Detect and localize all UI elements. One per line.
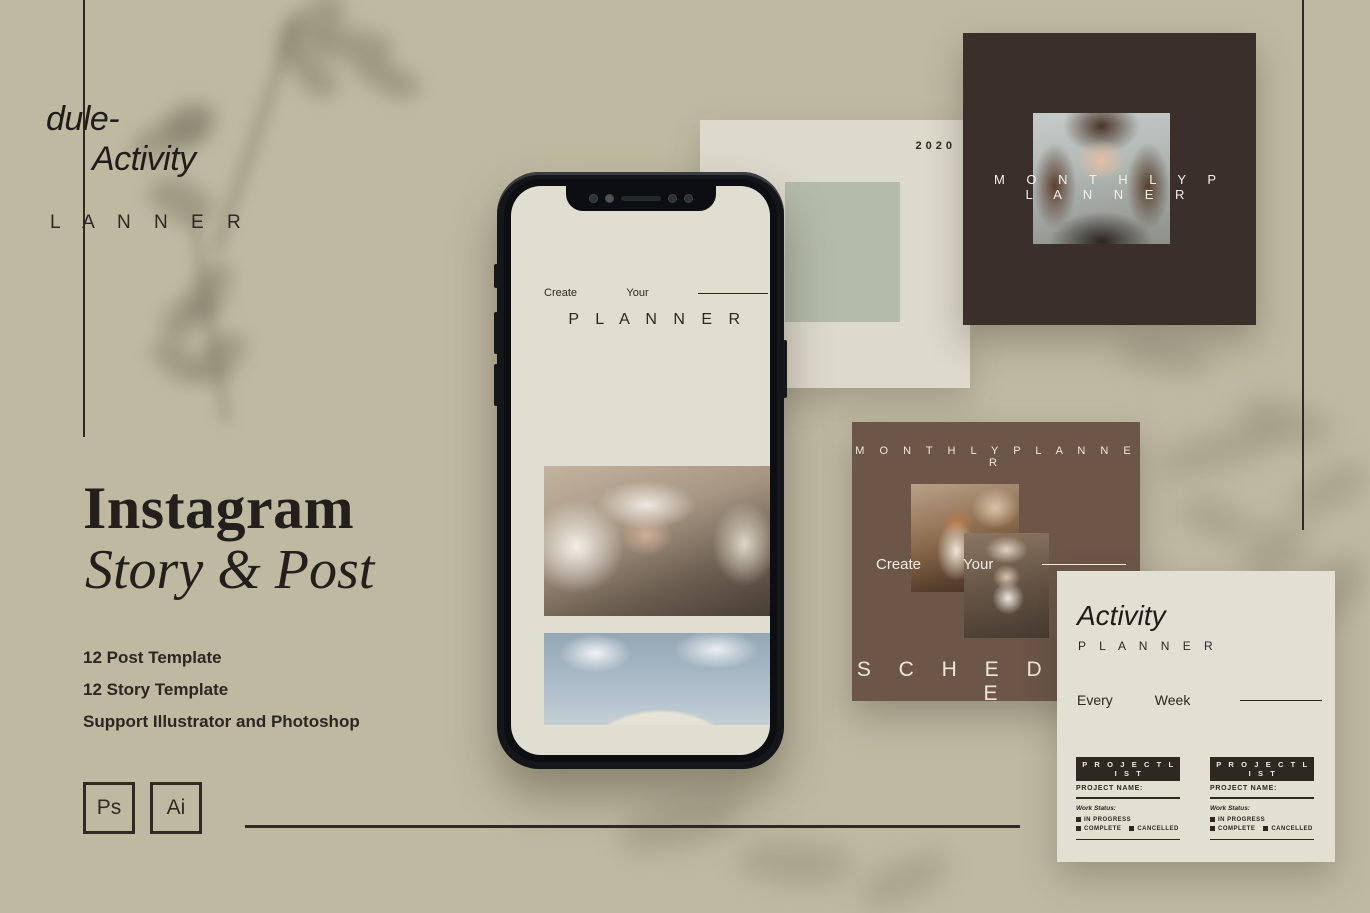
checkbox-icon[interactable] xyxy=(1210,826,1215,831)
status-option-label: CANCELLED xyxy=(1271,825,1313,832)
schedule-card-planner-label: L A N N E R xyxy=(50,212,250,233)
status-option-in-progress[interactable]: IN PROGRESS xyxy=(1076,817,1131,823)
project-name-rule xyxy=(1076,797,1180,799)
checkbox-icon[interactable] xyxy=(1129,826,1135,831)
status-option-complete[interactable]: COMPLETE xyxy=(1076,826,1121,832)
monthly-schedule-card-header: M O N T H L Y P L A N N E R xyxy=(855,445,1137,469)
feature-item: 12 Story Template xyxy=(83,680,229,699)
phone-volume-down-button[interactable] xyxy=(494,364,498,406)
status-option-label: COMPLETE xyxy=(1218,825,1256,832)
bottom-horizontal-rule xyxy=(245,825,1020,828)
phone-volume-up-button[interactable] xyxy=(494,312,498,354)
project-list-bottom-rule xyxy=(1076,838,1180,840)
status-option-cancelled[interactable]: CANCELLED xyxy=(1129,826,1179,832)
schedule-card-line2: Activity xyxy=(92,140,196,178)
feature-list: 12 Post Template 12 Story Template Suppo… xyxy=(83,642,360,738)
page-subtitle: Story & Post xyxy=(85,539,375,601)
status-option-cancelled[interactable]: CANCELLED xyxy=(1263,826,1313,832)
phone-photo-sky-dome xyxy=(544,633,770,725)
phone-mockup: Create Your P L A N N E R xyxy=(494,172,787,769)
work-status-options: IN PROGRESS COMPLETE CANCELLED xyxy=(1076,817,1180,832)
checkbox-icon[interactable] xyxy=(1076,817,1081,822)
right-vertical-rule xyxy=(1302,0,1304,530)
ir-camera-icon xyxy=(683,194,693,203)
project-list-column-left: P R O J E C T L I S T PROJECT NAME: Work… xyxy=(1076,757,1180,840)
project-list-bar: P R O J E C T L I S T xyxy=(1076,757,1180,781)
phone-caption-rule xyxy=(697,292,768,294)
phone-caption-row: Create Your xyxy=(544,287,768,299)
work-status-label: Work Status: xyxy=(1210,804,1250,812)
work-status-options: IN PROGRESS COMPLETE CANCELLED xyxy=(1210,817,1314,832)
page-title: Instagram xyxy=(83,475,355,541)
proximity-sensor-icon xyxy=(604,194,614,203)
project-name-rule xyxy=(1210,797,1314,799)
photoshop-badge-label: Ps xyxy=(96,796,122,819)
phone-word-your: Your xyxy=(626,287,649,299)
phone-mute-switch[interactable] xyxy=(494,264,498,288)
feature-item: 12 Post Template xyxy=(83,648,222,667)
status-option-label: CANCELLED xyxy=(1137,825,1179,832)
project-list-bar: P R O J E C T L I S T xyxy=(1210,757,1314,781)
project-list-column-right: P R O J E C T L I S T PROJECT NAME: Work… xyxy=(1210,757,1314,840)
status-option-in-progress[interactable]: IN PROGRESS xyxy=(1210,817,1265,823)
front-camera-icon xyxy=(588,194,598,203)
earpiece-speaker-icon xyxy=(620,196,661,201)
ambient-light-sensor-icon xyxy=(667,194,677,203)
checkbox-icon[interactable] xyxy=(1263,826,1269,831)
project-list-bottom-rule xyxy=(1210,838,1314,840)
status-option-label: COMPLETE xyxy=(1084,825,1122,832)
activity-planner-title: Activity xyxy=(1077,600,1166,631)
activity-word-every: Every xyxy=(1077,692,1113,708)
project-name-label: PROJECT NAME: xyxy=(1210,785,1278,792)
phone-planner-title: P L A N N E R xyxy=(568,311,746,328)
status-option-complete[interactable]: COMPLETE xyxy=(1210,826,1255,832)
phone-screen: Create Your P L A N N E R xyxy=(511,186,770,755)
illustrator-badge-label: Ai xyxy=(166,796,186,819)
activity-word-week: Week xyxy=(1154,692,1191,708)
brown-word-create: Create xyxy=(876,556,922,573)
work-status-label: Work Status: xyxy=(1076,804,1116,812)
brown-caption-rule xyxy=(1042,564,1126,565)
project-name-label: PROJECT NAME: xyxy=(1076,785,1144,792)
status-option-label: IN PROGRESS xyxy=(1084,816,1132,823)
status-option-label: IN PROGRESS xyxy=(1218,816,1266,823)
phone-word-create: Create xyxy=(544,287,578,299)
schedule-card-year: 2020 xyxy=(915,140,956,152)
schedule-card-green-block xyxy=(785,182,900,322)
phone-power-button[interactable] xyxy=(783,340,787,398)
brown-word-your: Your xyxy=(963,556,994,573)
schedule-card-line1: dule- xyxy=(46,100,120,138)
illustrator-badge: Ai xyxy=(150,782,202,834)
phone-notch xyxy=(565,186,716,211)
monthly-planner-card-title: M O N T H L Y P L A N N E R xyxy=(993,172,1226,202)
activity-caption-rule xyxy=(1240,699,1322,701)
poster-canvas: Instagram Story & Post 12 Post Template … xyxy=(0,0,1370,913)
woman-with-cup-photo xyxy=(964,533,1049,638)
feature-item: Support Illustrator and Photoshop xyxy=(83,712,360,731)
phone-photo-bathroom-portrait xyxy=(544,466,770,616)
activity-planner-caption-row: Every Week xyxy=(1077,692,1322,708)
checkbox-icon[interactable] xyxy=(1076,826,1081,831)
activity-planner-subtitle: P L A N N E R xyxy=(1078,639,1218,653)
photoshop-badge: Ps xyxy=(83,782,135,834)
checkbox-icon[interactable] xyxy=(1210,817,1215,822)
